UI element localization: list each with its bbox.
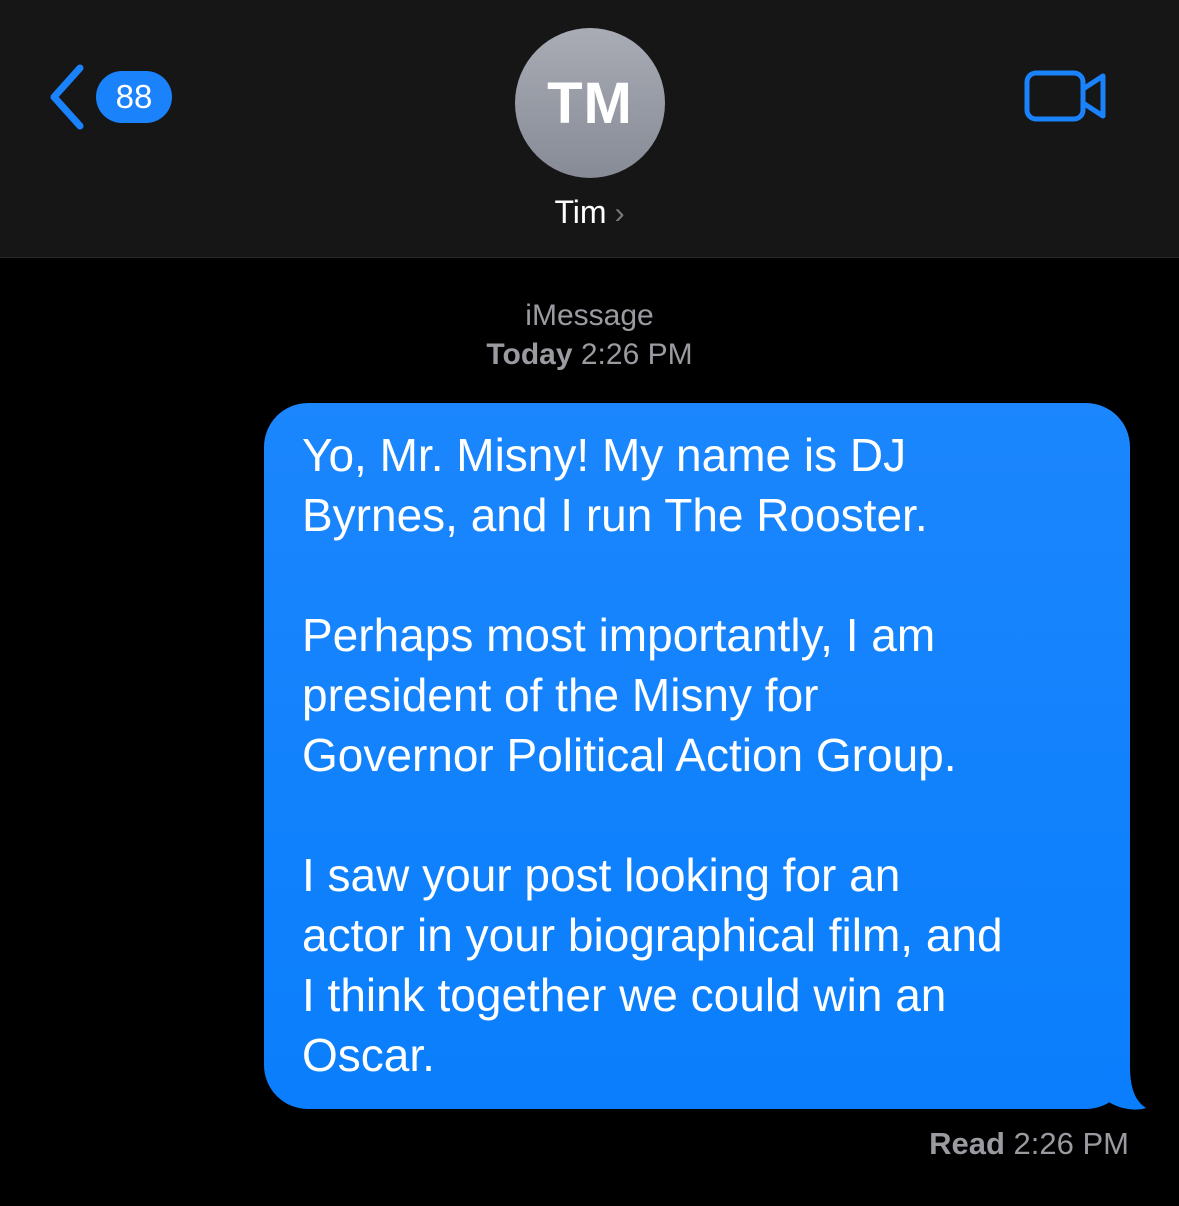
read-receipt: Read 2:26 PM [929,1124,1129,1164]
sent-message-bubble[interactable]: Yo, Mr. Misny! My name is DJ Byrnes, and… [264,403,1130,1109]
chevron-right-icon: › [614,197,625,230]
chevron-left-icon [50,64,84,130]
message-line: Yo, Mr. Misny! My name is DJ [302,429,907,481]
message-line: Oscar. [302,1029,435,1081]
read-status: Read [929,1126,1005,1161]
message-line: Governor Political Action Group. [302,729,957,781]
service-label: iMessage [525,299,654,332]
thread-timestamp: Today 2:26 PM [0,336,1179,374]
avatar-initials: TM [547,70,633,136]
message-line: Perhaps most importantly, I am [302,609,936,661]
message-line: actor in your biographical film, and [302,909,1003,961]
avatar[interactable]: TM [515,28,665,178]
bubble-tail [1094,1066,1146,1110]
video-camera-icon [1024,70,1106,122]
message-line: Byrnes, and I run The Rooster. [302,489,928,541]
back-button[interactable]: 88 [44,64,172,130]
facetime-video-button[interactable] [1024,68,1108,129]
contact-name: Tim [554,194,607,230]
read-time: 2:26 PM [1013,1126,1129,1161]
message-line: president of the Misny for [302,669,819,721]
unread-count-badge: 88 [96,71,172,123]
timestamp-time: 2:26 PM [580,338,693,371]
message-paragraph: Yo, Mr. Misny! My name is DJ Byrnes, and… [302,425,1100,1085]
timestamp-day: Today [486,338,573,371]
contact-name-button[interactable]: Tim › [0,192,1179,234]
conversation-header: 88 TM Tim › [0,0,1179,258]
message-line: I think together we could win an [302,969,947,1021]
message-line: I saw your post looking for an [302,849,901,901]
